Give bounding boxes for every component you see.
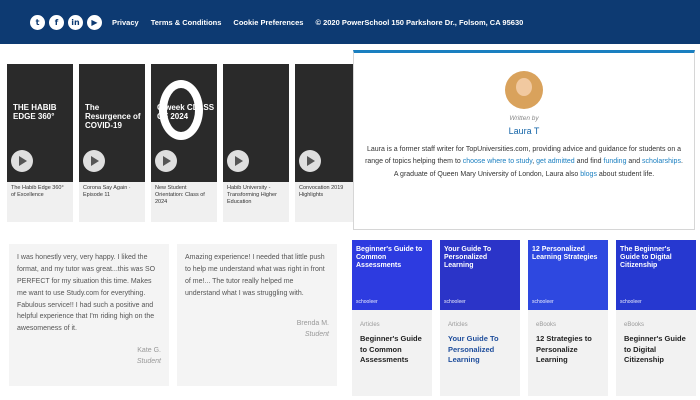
video-thumb-text: THE HABIB EDGE 360° xyxy=(13,103,57,121)
terms-link[interactable]: Terms & Conditions xyxy=(151,18,222,27)
resource-title[interactable]: Your Guide To Personalized Learning xyxy=(440,328,520,366)
video-thumbnail[interactable]: The Resurgence of COVID-19 xyxy=(79,64,145,182)
choose-where-to-study-link[interactable]: choose where to study xyxy=(463,158,533,165)
resource-image-text: Your Guide To Personalized Learning xyxy=(444,246,492,270)
resource-tag: Articles xyxy=(448,322,468,328)
author-bio: Laura is a former staff writer for TopUn… xyxy=(364,144,684,181)
facebook-icon[interactable]: f xyxy=(49,14,64,30)
resource-tag: Articles xyxy=(360,322,380,328)
testimonial-text: I was honestly very, very happy. I liked… xyxy=(17,254,156,333)
resource-image[interactable]: Beginner's Guide to Common Assessments s… xyxy=(352,240,432,310)
resource-title[interactable]: Beginner's Guide to Digital Citizenship xyxy=(616,328,696,366)
privacy-link[interactable]: Privacy xyxy=(112,18,139,27)
testimonial-role: Student xyxy=(304,330,329,338)
video-card[interactable]: The Resurgence of COVID-19 Corona Say Ag… xyxy=(79,64,145,222)
resource-title[interactable]: Beginner's Guide to Common Assessments xyxy=(352,328,432,366)
author-box: Written by Laura T Laura is a former sta… xyxy=(353,50,695,230)
get-admitted-link[interactable]: get admitted xyxy=(536,158,575,165)
play-icon[interactable] xyxy=(299,150,321,172)
author-name[interactable]: Laura T xyxy=(354,126,694,136)
brand-logo: schooleer xyxy=(620,299,642,306)
video-thumbnail[interactable] xyxy=(295,64,361,182)
author-avatar xyxy=(505,71,543,109)
resource-image-text: The Beginner's Guide to Digital Citizens… xyxy=(620,246,672,270)
linkedin-icon[interactable]: in xyxy=(68,14,83,30)
video-card[interactable]: O'week CLASS OF 2024 New Student Orienta… xyxy=(151,64,217,222)
resource-cards: Beginner's Guide to Common Assessments s… xyxy=(352,240,696,396)
brand-logo: schooleer xyxy=(532,299,554,306)
testimonial-name: Kate G. xyxy=(137,347,161,355)
play-icon[interactable] xyxy=(155,150,177,172)
resource-tag: eBooks xyxy=(536,322,557,328)
resource-card[interactable]: Your Guide To Personalized Learning scho… xyxy=(440,240,520,396)
footer-bar: t f in ▶ Privacy Terms & Conditions Cook… xyxy=(0,0,700,44)
brand-logo: schooleer xyxy=(444,299,466,306)
written-by-label: Written by xyxy=(509,115,539,122)
testimonial-text: Amazing experience! I needed that little… xyxy=(185,254,325,297)
play-icon[interactable] xyxy=(11,150,33,172)
video-thumb-text: The Resurgence of COVID-19 xyxy=(85,103,141,130)
video-thumb-text: O'week CLASS OF 2024 xyxy=(157,103,215,121)
resource-card[interactable]: Beginner's Guide to Common Assessments s… xyxy=(352,240,432,396)
twitter-icon[interactable]: t xyxy=(30,14,45,30)
video-caption: The Habib Edge 360° of Excellence xyxy=(11,185,64,198)
video-card[interactable]: THE HABIB EDGE 360° The Habib Edge 360° … xyxy=(7,64,73,222)
testimonial-card: I was honestly very, very happy. I liked… xyxy=(9,244,169,386)
resource-image-text: 12 Personalized Learning Strategies xyxy=(532,246,598,262)
video-thumbnail[interactable]: THE HABIB EDGE 360° xyxy=(7,64,73,182)
resource-title[interactable]: 12 Strategies to Personalize Learning xyxy=(528,328,608,366)
copyright-text: © 2020 PowerSchool 150 Parkshore Dr., Fo… xyxy=(315,17,524,27)
social-links: t f in ▶ xyxy=(30,14,102,30)
blogs-link[interactable]: blogs xyxy=(580,171,597,178)
resource-tag: eBooks xyxy=(624,322,645,328)
bio-text: and xyxy=(626,158,643,166)
video-thumbnail[interactable]: O'week CLASS OF 2024 xyxy=(151,64,217,182)
resource-image[interactable]: 12 Personalized Learning Strategies scho… xyxy=(528,240,608,310)
resource-image[interactable]: Your Guide To Personalized Learning scho… xyxy=(440,240,520,310)
video-thumbnail[interactable] xyxy=(223,64,289,182)
bio-text: about student life. xyxy=(596,170,655,178)
resource-image[interactable]: The Beginner's Guide to Digital Citizens… xyxy=(616,240,696,310)
cookie-preferences-link[interactable]: Cookie Preferences xyxy=(233,18,303,27)
play-icon[interactable] xyxy=(83,150,105,172)
funding-link[interactable]: funding xyxy=(604,158,627,165)
play-icon[interactable] xyxy=(227,150,249,172)
resource-card[interactable]: 12 Personalized Learning Strategies scho… xyxy=(528,240,608,396)
resource-card[interactable]: The Beginner's Guide to Digital Citizens… xyxy=(616,240,696,396)
video-caption: Corona Say Again · Episode 11 xyxy=(83,185,131,198)
video-caption: Convocation 2019 Highlights xyxy=(299,185,344,198)
testimonial-role: Student xyxy=(136,358,161,366)
scholarships-link[interactable]: scholarships xyxy=(642,158,681,165)
resource-image-text: Beginner's Guide to Common Assessments xyxy=(356,246,423,270)
video-card[interactable]: Habib University - Transforming Higher E… xyxy=(223,64,289,222)
youtube-icon[interactable]: ▶ xyxy=(87,14,102,30)
video-caption: New Student Orientation: Class of 2024 xyxy=(155,185,205,205)
brand-logo: schooleer xyxy=(356,299,378,306)
bio-text: and find xyxy=(574,158,604,166)
testimonial-name: Brenda M. xyxy=(296,319,329,327)
video-carousel: THE HABIB EDGE 360° The Habib Edge 360° … xyxy=(7,64,361,222)
testimonial-card: Amazing experience! I needed that little… xyxy=(177,244,337,386)
video-caption: Habib University - Transforming Higher E… xyxy=(227,185,277,205)
video-card[interactable]: Convocation 2019 Highlights xyxy=(295,64,361,222)
